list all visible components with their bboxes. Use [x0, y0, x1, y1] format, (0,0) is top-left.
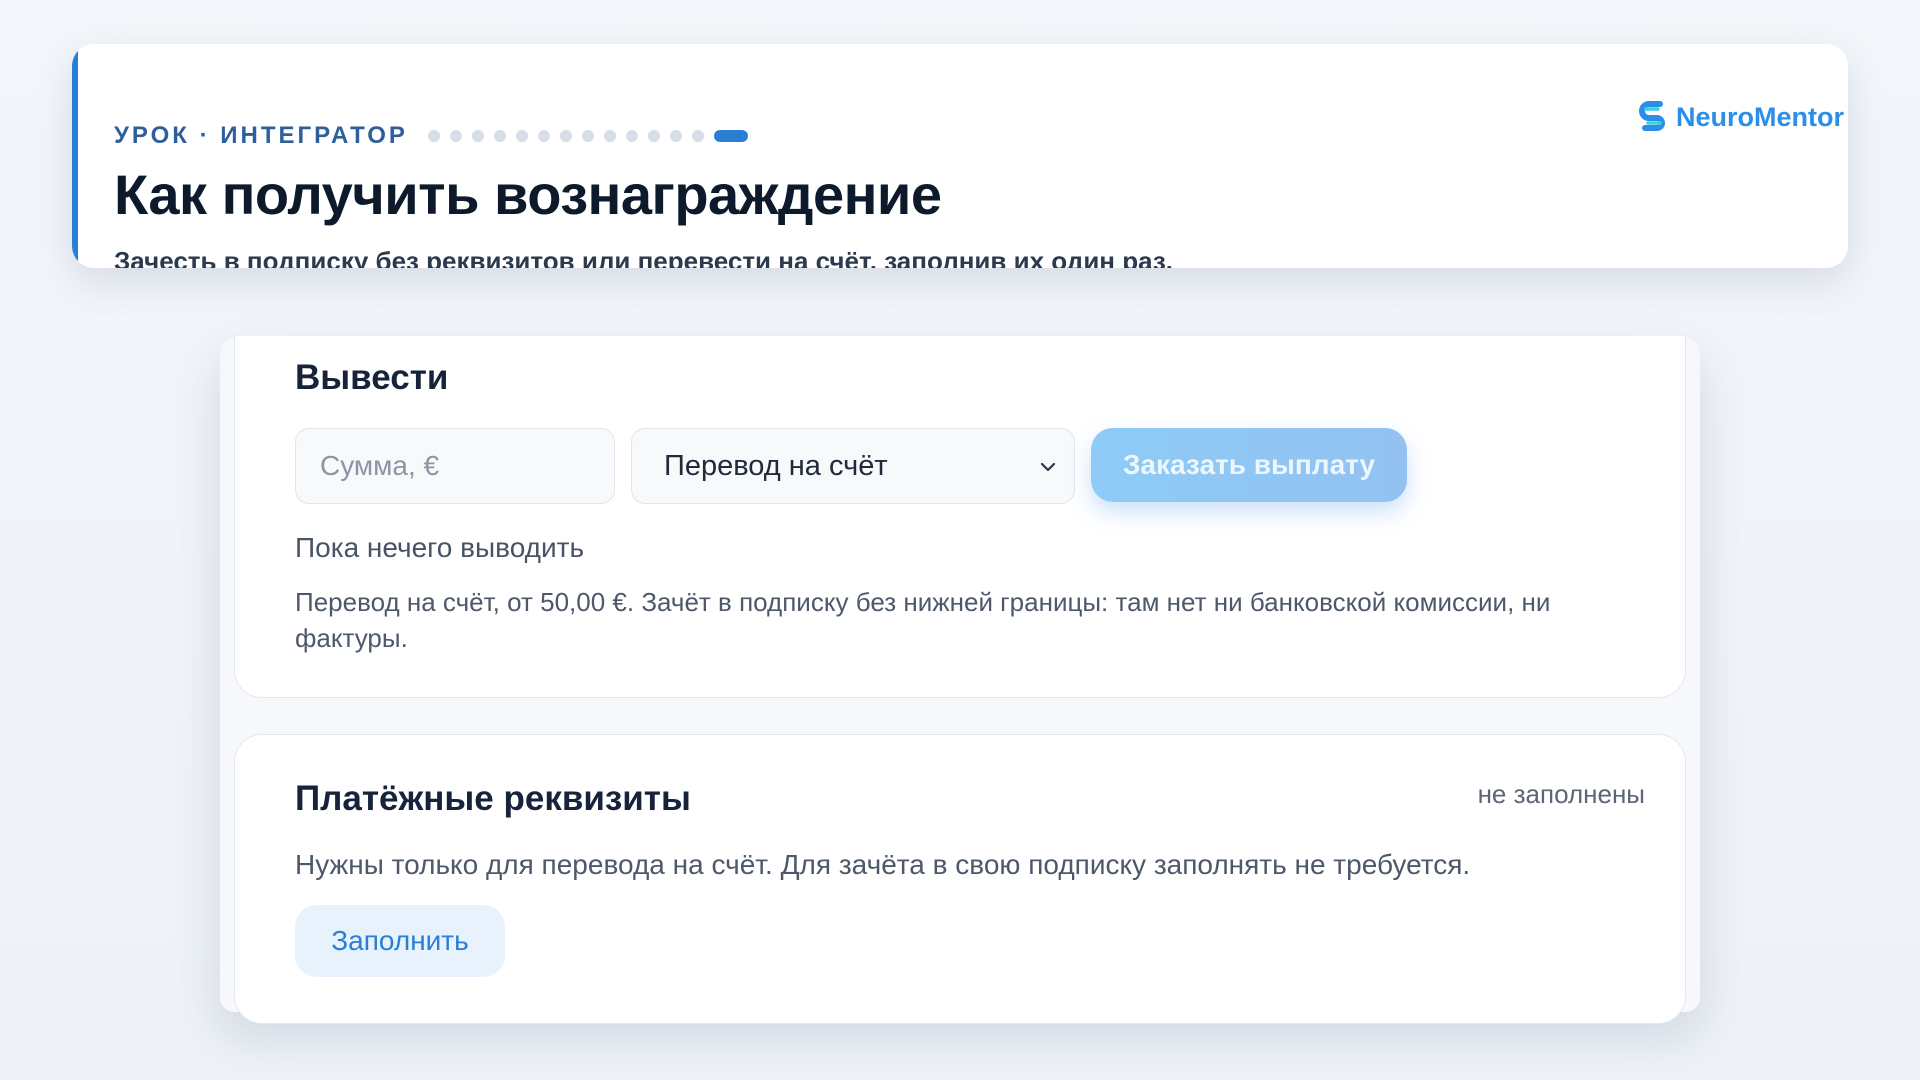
- lesson-eyebrow: УРОК · ИНТЕГРАТОР: [114, 122, 408, 149]
- progress-dot-current: [713, 130, 748, 142]
- progress-dot: [427, 130, 440, 142]
- request-payout-button[interactable]: Заказать выплату: [1091, 428, 1407, 502]
- empty-balance-note: Пока нечего выводить: [295, 532, 585, 563]
- progress-dot: [603, 130, 616, 142]
- progress-dot: [559, 130, 572, 142]
- eyebrow-row: УРОК · ИНТЕГРАТОР: [114, 122, 748, 150]
- progress-dot: [625, 130, 638, 142]
- brand-logo: NeuroMentor: [1638, 100, 1844, 134]
- progress-dot: [647, 130, 660, 142]
- payment-requisites-card: Платёжные реквизиты не заполнены Нужны т…: [234, 734, 1686, 1024]
- neuromentor-logo-icon: [1639, 101, 1665, 131]
- progress-dot: [449, 130, 462, 142]
- requisites-status: не заполнены: [1477, 779, 1645, 809]
- fill-requisites-button[interactable]: Заполнить: [295, 905, 505, 977]
- progress-dot: [515, 130, 528, 142]
- progress-dot: [537, 130, 550, 142]
- withdraw-card: Вывести Перевод на счёт Заказать выплату…: [234, 336, 1686, 698]
- rewards-panel: Вывести Перевод на счёт Заказать выплату…: [220, 336, 1700, 1024]
- chevron-down-icon: [1040, 462, 1056, 472]
- requisites-title: Платёжные реквизиты: [295, 779, 691, 818]
- page-title: Как получить вознаграждение: [114, 163, 942, 226]
- lesson-header: УРОК · ИНТЕГРАТОР Как получить вознаграж…: [72, 44, 1848, 268]
- payout-method-value: Перевод на счёт: [664, 449, 888, 482]
- brand-name: NeuroMentor: [1676, 101, 1844, 132]
- lesson-progress: [427, 130, 748, 142]
- progress-dot: [471, 130, 484, 142]
- amount-input[interactable]: [295, 428, 615, 504]
- progress-dot: [493, 130, 506, 142]
- progress-dot: [669, 130, 682, 142]
- withdraw-title: Вывести: [295, 358, 449, 397]
- progress-dot: [581, 130, 594, 142]
- progress-dot: [691, 130, 704, 142]
- payout-rules-text: Перевод на счёт, от 50,00 €. Зачёт в под…: [295, 587, 1551, 653]
- payout-method-select[interactable]: Перевод на счёт: [631, 428, 1075, 504]
- page-subtitle: Зачесть в подписку без реквизитов или пе…: [114, 246, 1174, 268]
- requisites-description: Нужны только для перевода на счёт. Для з…: [295, 849, 1471, 880]
